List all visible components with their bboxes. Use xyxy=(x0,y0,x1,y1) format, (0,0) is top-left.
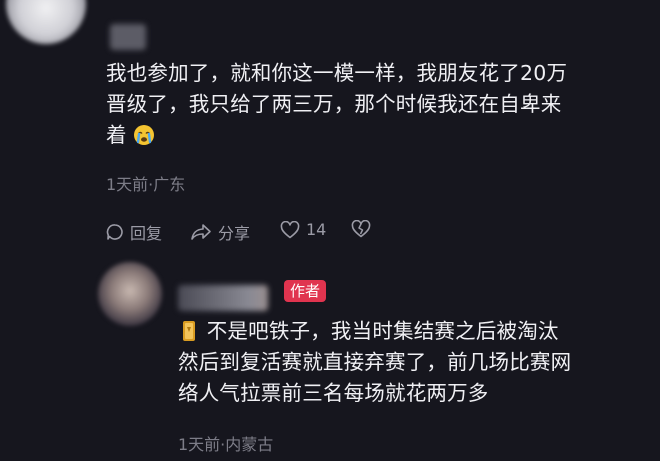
commenter-avatar[interactable] xyxy=(6,0,86,44)
reply-label: 回复 xyxy=(130,224,163,243)
reply-button[interactable]: 回复 xyxy=(106,220,162,244)
share-button[interactable]: 分享 xyxy=(190,220,250,244)
reply-line: 然后到复活赛就直接弃赛了，前几场比赛网 xyxy=(178,350,572,374)
comment-line: 晋级了，我只给了两三万，那个时候我还在自卑来 xyxy=(106,92,562,116)
share-label: 分享 xyxy=(218,224,251,243)
share-icon xyxy=(190,223,212,241)
reply-meta: 1天前·内蒙古 xyxy=(178,435,274,454)
reply-icon xyxy=(106,223,124,241)
author-avatar[interactable] xyxy=(98,262,162,326)
heart-icon xyxy=(280,220,300,239)
commenter-name-blurred[interactable] xyxy=(110,24,146,50)
author-name-blurred[interactable] xyxy=(178,285,268,311)
crying-face-emoji xyxy=(133,124,155,146)
comment-text: 我也参加了，就和你这一模一样，我朋友花了20万 晋级了，我只给了两三万，那个时候… xyxy=(106,58,646,151)
comment-line: 着 xyxy=(106,120,646,151)
broken-heart-icon xyxy=(350,220,372,238)
like-button[interactable]: 14 xyxy=(280,220,326,239)
like-count: 14 xyxy=(306,220,327,239)
author-badge: 作者 xyxy=(284,280,327,302)
dislike-button[interactable] xyxy=(350,220,372,238)
reply-line: 不是吧铁子，我当时集结赛之后被淘汰 xyxy=(178,316,648,347)
comment-meta: 1天前·广东 xyxy=(106,175,186,194)
gold-medal-emoji xyxy=(178,320,200,342)
reply-text: 不是吧铁子，我当时集结赛之后被淘汰 然后到复活赛就直接弃赛了，前几场比赛网 络人… xyxy=(178,316,648,409)
comment-line: 我也参加了，就和你这一模一样，我朋友花了20万 xyxy=(106,61,568,85)
reply-line: 络人气拉票前三名每场就花两万多 xyxy=(178,381,489,405)
